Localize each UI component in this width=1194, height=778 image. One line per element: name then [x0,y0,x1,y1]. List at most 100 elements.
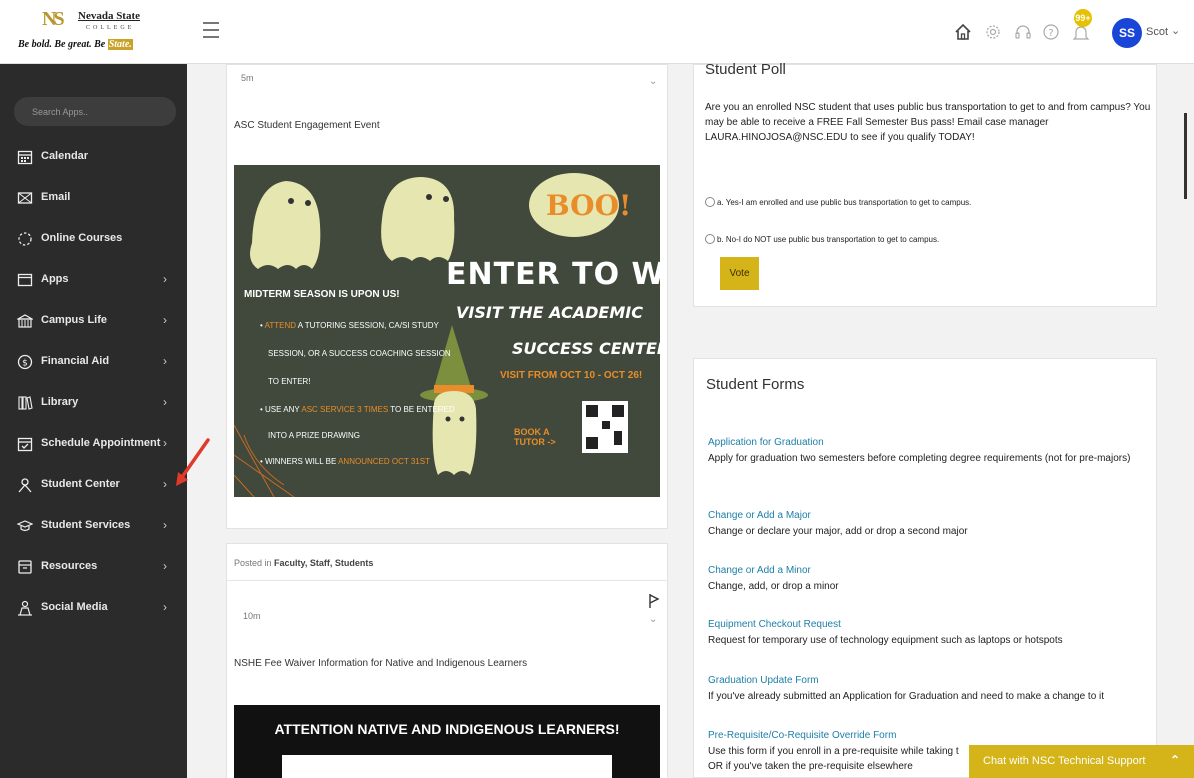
chevron-down-icon[interactable]: ⌄ [1171,24,1180,37]
chevron-down-icon[interactable]: ⌄ [649,614,657,625]
sidebar-item-student-services[interactable]: Student Services › [0,511,187,541]
sidebar-item-label: Student Center [41,478,120,490]
poster-enter: ENTER TO WIN [446,257,660,292]
chevron-right-icon: › [163,518,167,532]
poster-midterm: MIDTERM SEASON IS UPON US! [244,289,400,300]
post-title[interactable]: ASC Student Engagement Event [234,120,380,131]
home-icon[interactable] [952,22,974,44]
svg-text:?: ? [1048,28,1053,39]
nevada-state-logo[interactable]: NS Nevada State COLLEGE Be bold. Be grea… [14,6,164,60]
tagline-text: Be bold. Be great. Be [18,39,108,50]
chevron-right-icon: › [163,477,167,491]
sidebar-item-resources[interactable]: Resources › [0,552,187,582]
menu-toggle-icon[interactable] [203,22,219,42]
divider [227,580,667,581]
sidebar-item-schedule-appointment[interactable]: Schedule Appointment › [0,429,187,459]
poll-option-a-radio[interactable] [705,197,715,207]
email-icon [17,190,33,206]
sidebar-item-online-courses[interactable]: Online Courses [0,224,187,254]
sidebar-item-label: Apps [41,273,69,285]
poll-option-b-label[interactable]: b. No-I do NOT use public bus transporta… [717,235,939,244]
calendar-icon [17,149,33,165]
resources-icon [17,559,33,575]
poster-success: SUCCESS CENTER! [512,339,660,358]
sidebar-item-label: Student Services [41,519,131,531]
tagline-highlight: State. [107,39,133,50]
chevron-down-icon[interactable]: ⌄ [649,76,657,87]
sidebar-item-label: Campus Life [41,314,108,326]
online-courses-icon [17,231,33,247]
form-description: Change or declare your major, add or dro… [708,526,968,537]
sidebar-item-student-center[interactable]: Student Center › [0,470,187,500]
sidebar-item-label: Social Media [41,601,108,613]
form-link[interactable]: Change or Add a Minor [708,565,811,576]
chevron-up-icon: ⌃ [1170,753,1181,767]
form-link[interactable]: Equipment Checkout Request [708,619,841,630]
poster-visit: VISIT THE ACADEMIC [456,303,643,322]
sidebar-item-label: Online Courses [41,232,123,244]
poster-dates: VISIT FROM OCT 10 - OCT 26! [500,370,643,381]
sidebar-item-label: Financial Aid [41,355,110,367]
chevron-right-icon: › [163,436,167,450]
schedule-icon [17,436,33,452]
help-icon[interactable]: ? [1040,22,1062,44]
annotation-arrow-icon [176,438,210,486]
sidebar-item-label: Resources [41,560,98,572]
chevron-right-icon: › [163,354,167,368]
avatar[interactable]: SS [1112,18,1142,48]
post-time: 10m [243,611,261,621]
sidebar-item-label: Email [41,191,71,203]
apps-icon [17,272,33,288]
scrollbar[interactable] [1184,113,1187,199]
form-link[interactable]: Graduation Update Form [708,675,819,686]
form-link[interactable]: Application for Graduation [708,437,824,448]
flag-icon[interactable] [648,593,660,609]
form-description: Change, add, or drop a minor [708,581,839,592]
native-learners-poster: ATTENTION NATIVE AND INDIGENOUS LEARNERS… [234,705,660,778]
top-bar: NS Nevada State COLLEGE Be bold. Be grea… [0,0,1194,64]
svg-text:$: $ [22,359,28,369]
chevron-right-icon: › [163,313,167,327]
sidebar-item-social-media[interactable]: Social Media › [0,593,187,623]
services-icon [16,518,34,534]
sidebar-item-financial-aid[interactable]: $ Financial Aid › [0,347,187,377]
chevron-right-icon: › [163,559,167,573]
chevron-right-icon: › [163,600,167,614]
username[interactable]: Scot [1146,26,1168,38]
form-description: Request for temporary use of technology … [708,635,1063,646]
headset-icon[interactable] [1012,22,1034,44]
poster-book-tutor: BOOK A TUTOR -> [514,427,556,447]
logo-sub: COLLEGE [86,25,135,31]
form-description: Apply for graduation two semesters befor… [708,453,1131,464]
sidebar-item-library[interactable]: Library › [0,388,187,418]
poll-option-a-label[interactable]: a. Yes-I am enrolled and use public bus … [717,198,971,207]
form-link[interactable]: Pre-Requisite/Co-Requisite Override Form [708,730,896,741]
sidebar-item-campus-life[interactable]: Campus Life › [0,306,187,336]
person-icon [17,477,33,493]
sidebar-item-calendar[interactable]: Calendar [0,142,187,172]
sidebar-item-email[interactable]: Email [0,183,187,213]
poster-bullet: INTO A PRIZE DRAWING [268,431,361,440]
search-apps-input[interactable] [14,97,176,126]
gear-icon[interactable] [982,22,1004,44]
poster-boo: BOO! [546,189,632,222]
vote-button[interactable]: Vote [720,257,759,290]
forms-title: Student Forms [706,376,805,393]
post-time: 5m [241,73,254,83]
posted-in: Posted in Faculty, Staff, Students [234,558,374,568]
dollar-icon: $ [17,354,33,370]
notification-badge: 99+ [1074,9,1092,27]
poster-bullet: • USE ANY ASC SERVICE 3 TIMES TO BE ENTE… [260,405,455,414]
sidebar-item-label: Calendar [41,150,89,162]
chat-support-button[interactable]: Chat with NSC Technical Support ⌃ [969,745,1194,778]
chevron-right-icon: › [163,272,167,286]
poster-panel [282,755,612,778]
sidebar-item-label: Schedule Appointment [41,437,161,449]
post-title[interactable]: NSHE Fee Waiver Information for Native a… [234,658,527,669]
form-link[interactable]: Change or Add a Major [708,510,811,521]
sidebar-item-apps[interactable]: Apps › [0,265,187,295]
social-icon [17,600,33,616]
poster-bullet: • ATTEND A TUTORING SESSION, CA/SI STUDY [260,321,439,330]
poll-option-b-radio[interactable] [705,234,715,244]
form-description: If you've already submitted an Applicati… [708,691,1105,702]
